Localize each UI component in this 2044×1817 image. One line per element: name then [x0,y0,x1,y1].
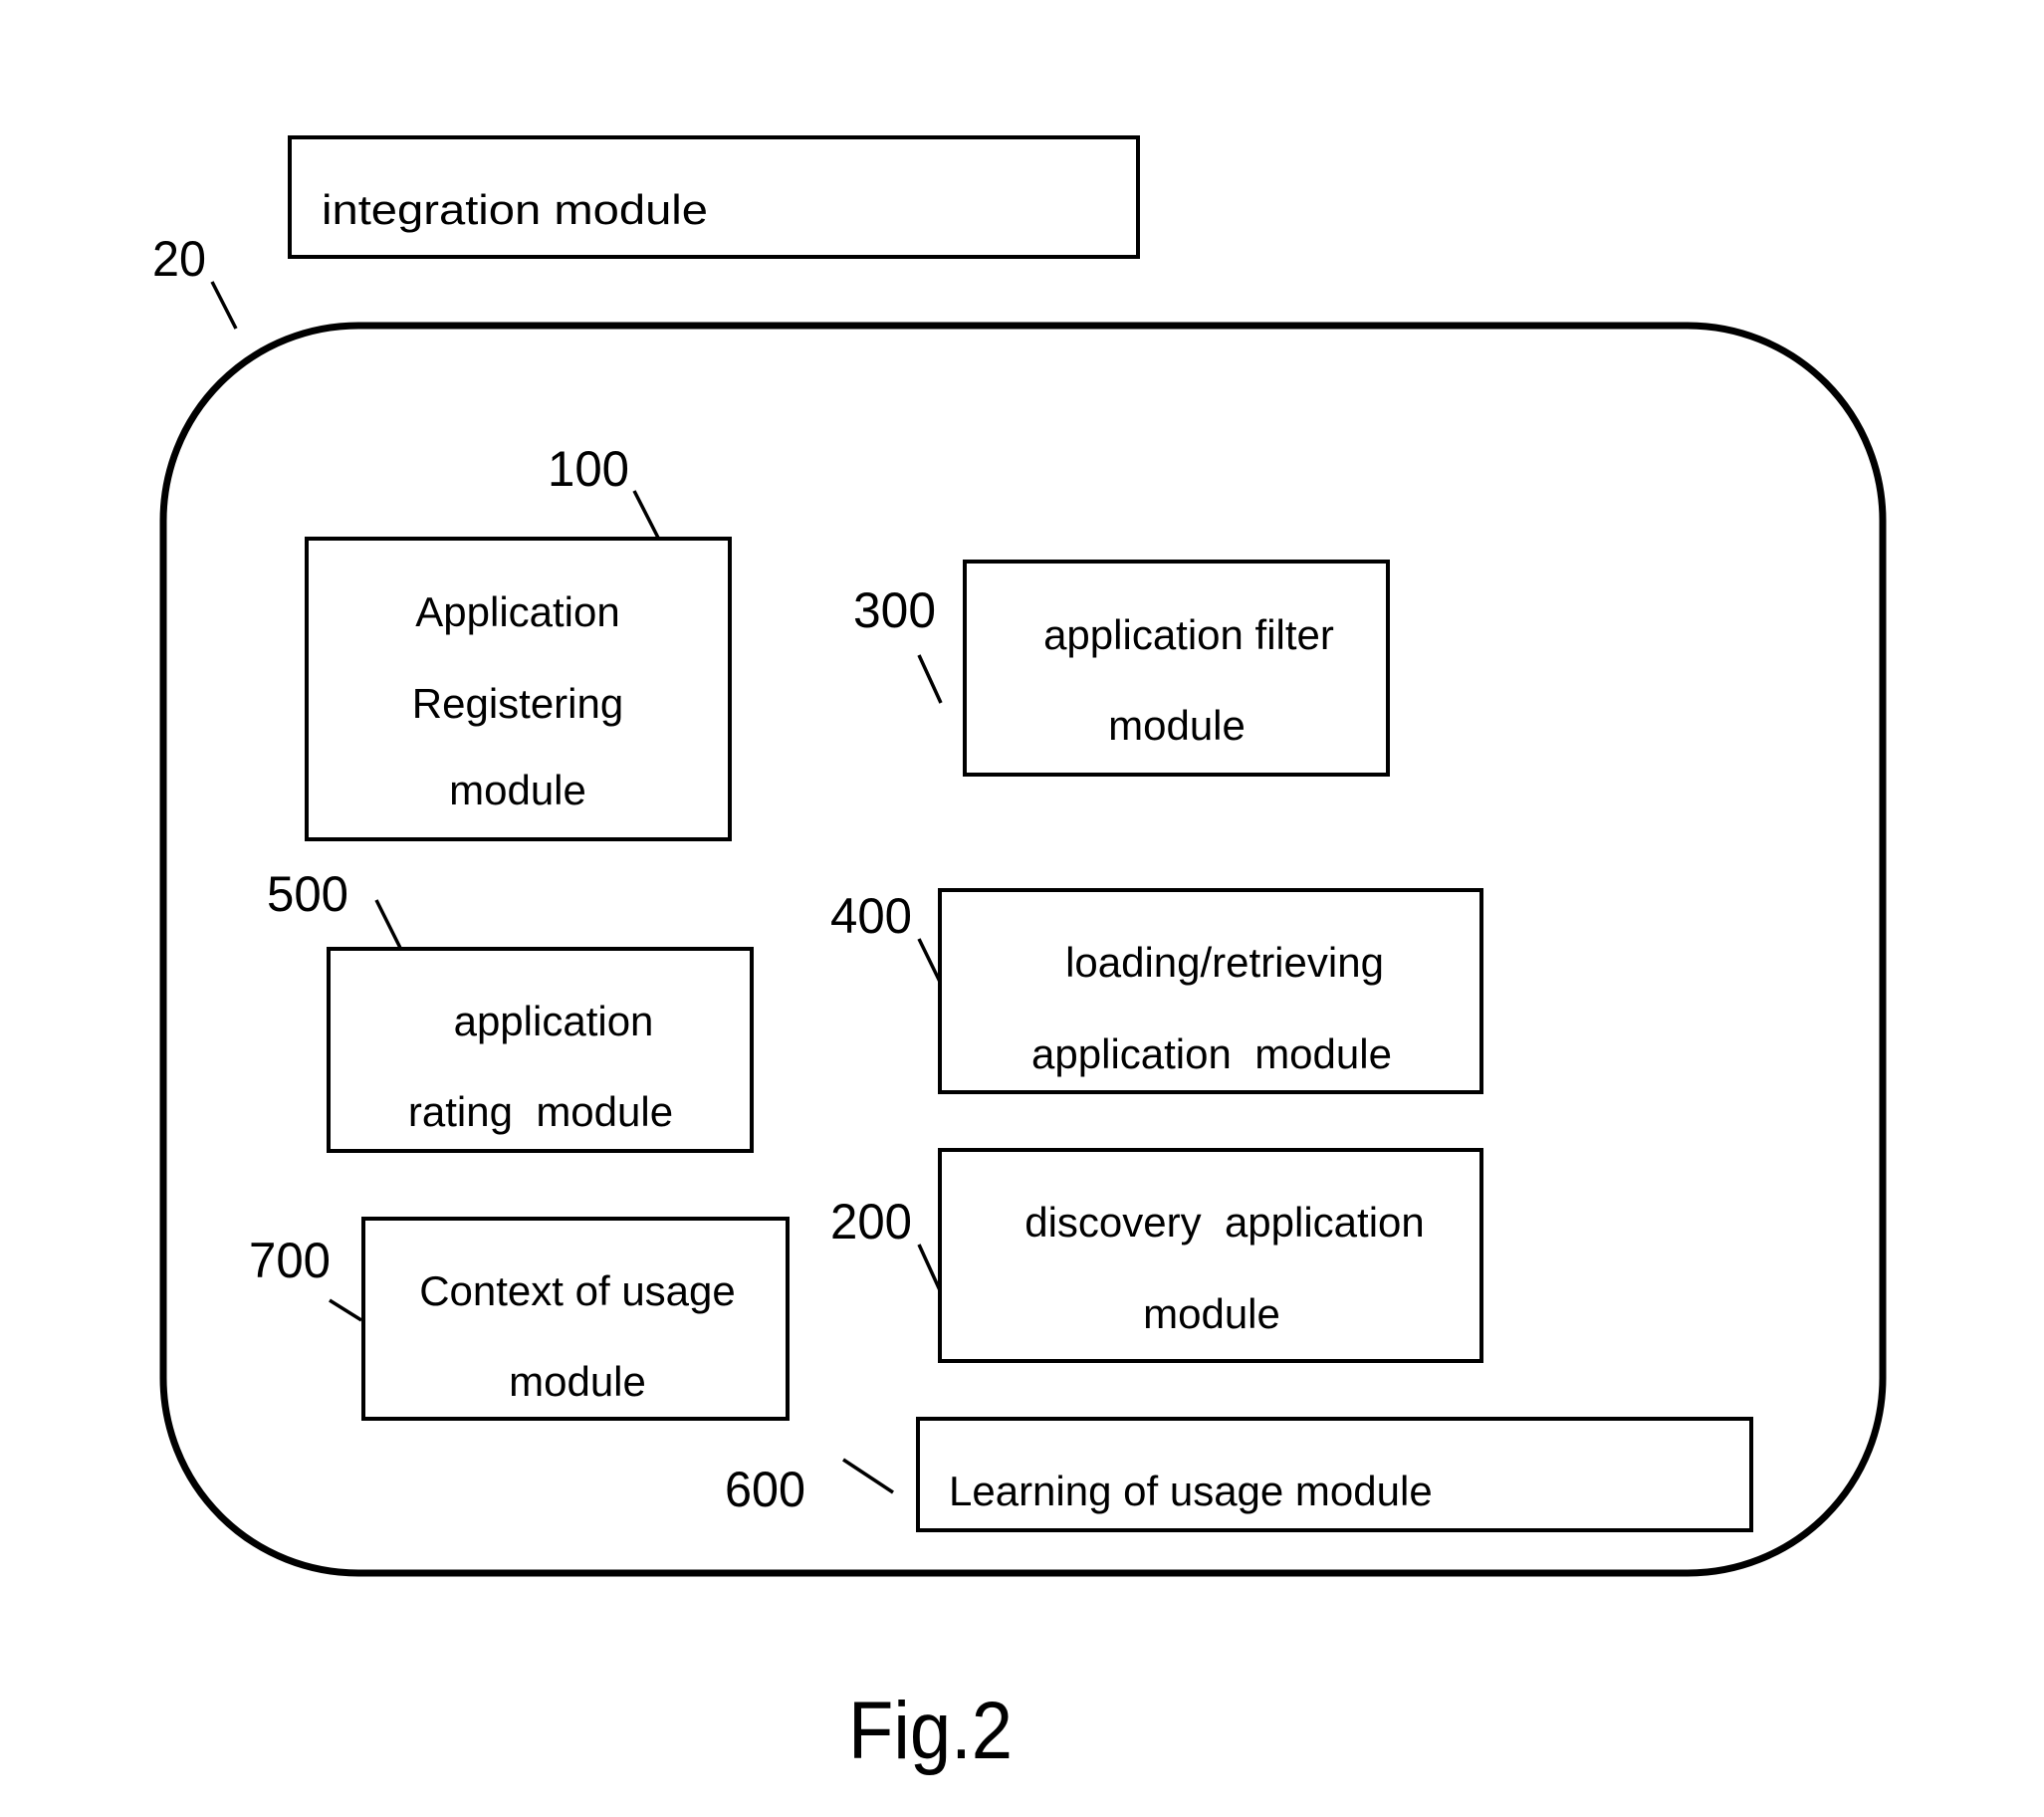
module-200: 200 discovery application module [830,1148,1483,1363]
system-leader-line [210,281,238,330]
leader-700 [329,1298,362,1322]
ref-600: 600 [725,1462,805,1517]
leader-300 [917,654,943,704]
text-300-line2: module [1108,702,1246,749]
text-400-line1: loading/retrieving [1065,939,1384,986]
integration-module-label: integration module [322,186,708,233]
text-200-line1: discovery application [1024,1199,1425,1246]
ref-400: 400 [830,888,912,944]
ref-300: 300 [853,582,936,638]
ref-200: 200 [830,1194,912,1249]
leader-200 [917,1244,942,1291]
leader-100 [632,490,660,539]
text-400-line2: application module [1031,1030,1392,1077]
text-600-line1: Learning of usage module [949,1468,1433,1514]
text-500-line1: application [454,998,654,1044]
text-700-line2: module [509,1358,646,1405]
ref-700: 700 [249,1233,331,1288]
diagram-canvas: integration module 20 100 Application Re… [152,135,1887,1776]
module-700: 700 Context of usage module [249,1217,790,1421]
text-100-line3: module [449,767,586,813]
ref-500: 500 [267,866,348,922]
integration-module: integration module [288,135,1140,259]
text-100-line1: Application [415,588,619,635]
module-100: 100 Application Registering module [305,441,732,841]
text-500-line2: rating module [408,1088,673,1135]
module-600: 600 Learning of usage module [725,1417,1753,1532]
text-200-line2: module [1143,1290,1280,1337]
module-400: 400 loading/retrieving application modul… [830,888,1483,1094]
leader-400 [917,938,942,983]
system-ref-label: 20 [152,231,206,287]
leader-500 [374,899,402,949]
ref-100: 100 [548,441,629,497]
module-300: 300 application filter module [853,560,1390,777]
leader-600 [842,1458,894,1494]
text-300-line1: application filter [1043,611,1334,658]
figure-caption: Fig.2 [848,1686,1013,1776]
module-500: 500 application rating module [267,866,754,1153]
text-700-line1: Context of usage [419,1267,736,1314]
text-100-line2: Registering [412,680,623,727]
